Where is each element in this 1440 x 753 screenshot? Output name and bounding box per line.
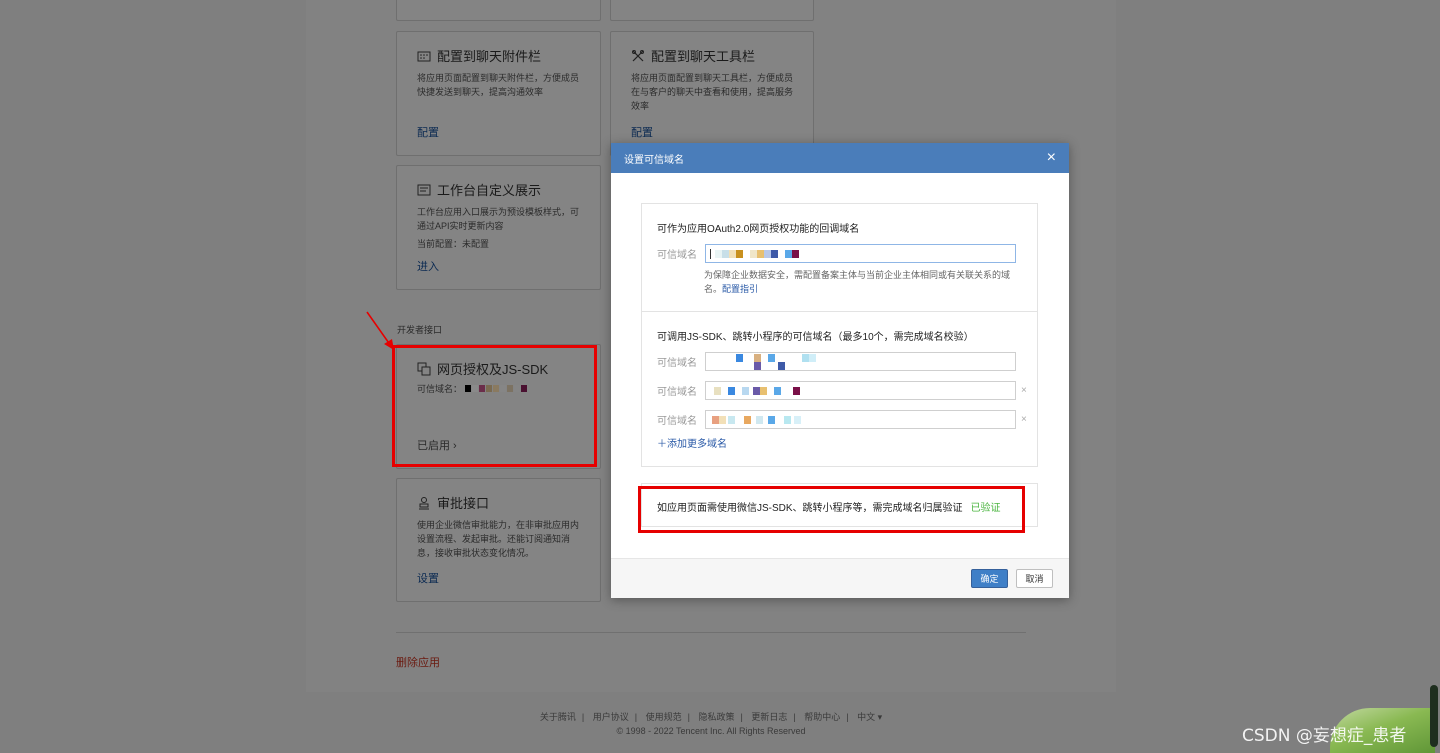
oauth-domain-row: 可信域名 — [657, 244, 1016, 263]
scrollbar[interactable] — [1430, 685, 1438, 747]
cancel-button[interactable]: 取消 — [1016, 569, 1053, 588]
confirm-button[interactable]: 确定 — [971, 569, 1008, 588]
stamp-icon — [417, 496, 431, 510]
remove-domain-icon[interactable]: × — [1021, 385, 1027, 396]
config-guide-link[interactable]: 配置指引 — [722, 284, 758, 294]
panel-title: 可调用JS-SDK、跳转小程序的可信域名（最多10个，需完成域名校验） — [657, 332, 974, 343]
configure-attachment-link[interactable]: 配置 — [417, 124, 439, 140]
field-label: 可信域名 — [657, 250, 697, 261]
configure-toolbar-link[interactable]: 配置 — [631, 124, 653, 140]
add-more-domain-button[interactable]: ＋添加更多域名 — [657, 435, 727, 450]
footer-links: 关于腾讯 | 用户协议 | 使用规范 | 隐私政策 | 更新日志 | 帮助中心 | 中文 ▾ — [539, 712, 883, 722]
attachment-grid-icon — [417, 49, 431, 63]
close-icon[interactable]: × — [1047, 150, 1056, 166]
footer-link[interactable]: 隐私政策 — [698, 712, 734, 722]
footer-copyright: © 1998 - 2022 Tencent Inc. All Rights Re… — [616, 726, 806, 736]
oauth-domain-input[interactable] — [705, 244, 1016, 263]
field-label: 可信域名 — [657, 358, 697, 369]
card-desc: 工作台应用入口展示为预设模板样式，可通过API实时更新内容 — [417, 207, 580, 231]
delete-app-link[interactable]: 删除应用 — [396, 654, 440, 670]
footer-link[interactable]: 用户协议 — [593, 712, 629, 722]
jssdk-domain-row-2: 可信域名 × — [657, 381, 1027, 400]
remove-domain-icon[interactable]: × — [1021, 414, 1027, 425]
panel-title: 可作为应用OAuth2.0网页授权功能的回调域名 — [657, 224, 860, 235]
jssdk-domain-row-3: 可信域名 × — [657, 410, 1027, 429]
card-meta: 当前配置：未配置 — [417, 239, 490, 249]
card-chat-attachment: 配置到聊天附件栏 将应用页面配置到聊天附件栏，方便成员快捷发送到聊天，提高沟通效… — [396, 31, 601, 156]
card-title: 配置到聊天附件栏 — [437, 49, 542, 64]
card-chat-toolbar: 配置到聊天工具栏 将应用页面配置到聊天工具栏，方便成员在与客户的聊天中查看和使用… — [610, 31, 814, 156]
footer-link[interactable]: 帮助中心 — [804, 712, 840, 722]
section-label-developer: 开发者接口 — [397, 325, 443, 335]
card-title: 审批接口 — [437, 496, 490, 511]
annotation-arrow — [366, 311, 394, 350]
jssdk-domain-input-1[interactable] — [705, 352, 1016, 371]
jssdk-domain-input-2[interactable] — [705, 381, 1016, 400]
card-desc: 使用企业微信审批能力，在非审批应用内设置流程、发起审批。还能订阅通知消息，接收审… — [417, 520, 580, 558]
watermark: CSDN @妄想症_患者 — [1242, 726, 1407, 746]
card-desc: 将应用页面配置到聊天附件栏，方便成员快捷发送到聊天，提高沟通效率 — [417, 73, 580, 97]
card-top-right — [610, 0, 814, 21]
oauth-hint: 为保障企业数据安全，需配置备案主体与当前企业主体相同或有关联关系的域名。配置指引 — [704, 268, 1024, 296]
field-label: 可信域名 — [657, 387, 697, 398]
card-approval-api: 审批接口 使用企业微信审批能力，在非审批应用内设置流程、发起审批。还能订阅通知消… — [396, 478, 601, 602]
dialog-title: 设置可信域名 — [624, 154, 684, 166]
card-workbench-display: 工作台自定义展示 工作台应用入口展示为预设模板样式，可通过API实时更新内容 当… — [396, 165, 601, 290]
setup-approval-link[interactable]: 设置 — [417, 570, 439, 586]
jssdk-domain-panel: 可调用JS-SDK、跳转小程序的可信域名（最多10个，需完成域名校验） 可信域名… — [641, 311, 1038, 467]
card-title: 工作台自定义展示 — [437, 183, 542, 198]
footer-link[interactable]: 更新日志 — [751, 712, 787, 722]
toolbar-tools-icon — [631, 49, 645, 63]
footer-link[interactable]: 使用规范 — [646, 712, 682, 722]
dialog-header: 设置可信域名 × — [611, 143, 1069, 173]
annotation-highlight-card — [392, 345, 597, 467]
enter-workbench-link[interactable]: 进入 — [417, 258, 439, 274]
card-title: 配置到聊天工具栏 — [651, 49, 756, 64]
card-top-left — [396, 0, 601, 21]
language-select[interactable]: 中文 ▾ — [857, 712, 882, 722]
workbench-layout-icon — [417, 183, 431, 197]
annotation-highlight-verify — [638, 486, 1025, 533]
jssdk-domain-row-1: 可信域名 — [657, 352, 1016, 371]
field-label: 可信域名 — [657, 416, 697, 427]
dialog-footer: 确定 取消 — [611, 558, 1069, 598]
footer-link[interactable]: 关于腾讯 — [540, 712, 576, 722]
jssdk-domain-input-3[interactable] — [705, 410, 1016, 429]
oauth-domain-panel: 可作为应用OAuth2.0网页授权功能的回调域名 可信域名 为保障企业数据安全，… — [641, 203, 1038, 311]
divider — [396, 632, 1026, 633]
card-desc: 将应用页面配置到聊天工具栏，方便成员在与客户的聊天中查看和使用，提高服务效率 — [631, 73, 794, 111]
